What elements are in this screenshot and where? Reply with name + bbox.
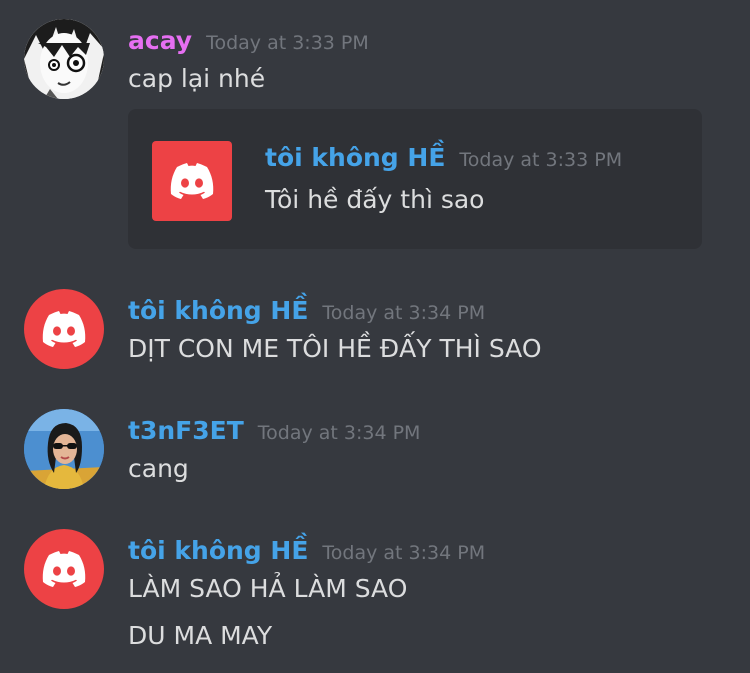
avatar[interactable] — [24, 529, 104, 609]
avatar[interactable] — [24, 409, 104, 489]
avatar[interactable] — [24, 19, 104, 99]
timestamp: Today at 3:34 PM — [257, 422, 421, 444]
message-toi-khong-he-1: tôi không HỀ Today at 3:34 PM DỊT CON ME … — [0, 270, 750, 380]
timestamp: Today at 3:34 PM — [322, 542, 486, 564]
message-header: t3nF3ET Today at 3:34 PM — [128, 416, 420, 445]
message-content: DỊT CON ME TÔI HỀ ĐẤY THÌ SAO — [128, 334, 542, 363]
embed-header: tôi không HỀ Today at 3:33 PM — [265, 143, 622, 172]
message-acay: acay Today at 3:33 PM cap lại nhé tôi khô… — [0, 0, 750, 260]
message-toi-khong-he-2: tôi không HỀ Today at 3:34 PM LÀM SAO HẢ … — [0, 510, 750, 673]
discord-logo-icon — [152, 141, 232, 221]
manga-face-avatar-icon — [24, 19, 104, 99]
discord-logo-icon — [42, 311, 86, 347]
message-header: tôi không HỀ Today at 3:34 PM — [128, 536, 485, 565]
author-name[interactable]: tôi không HỀ — [128, 536, 308, 565]
author-name[interactable]: t3nF3ET — [128, 416, 244, 445]
embed-author-name[interactable]: tôi không HỀ — [265, 143, 445, 172]
avatar[interactable] — [24, 289, 104, 369]
message-content: DU MA MAY — [128, 621, 273, 650]
message-content: LÀM SAO HẢ LÀM SAO — [128, 574, 408, 603]
author-name[interactable]: acay — [128, 26, 192, 55]
message-t3nf3et: t3nF3ET Today at 3:34 PM cang — [0, 390, 750, 500]
embed-content: Tôi hề đấy thì sao — [265, 185, 485, 214]
photo-avatar-icon — [24, 409, 104, 489]
discord-logo-icon — [42, 551, 86, 587]
reply-embed[interactable]: tôi không HỀ Today at 3:33 PM Tôi hề đấy … — [128, 109, 702, 249]
author-name[interactable]: tôi không HỀ — [128, 296, 308, 325]
message-header: tôi không HỀ Today at 3:34 PM — [128, 296, 485, 325]
message-content: cang — [128, 454, 189, 483]
embed-timestamp: Today at 3:33 PM — [459, 149, 623, 171]
timestamp: Today at 3:33 PM — [206, 32, 369, 54]
message-content: cap lại nhé — [128, 64, 266, 93]
message-header: acay Today at 3:33 PM — [128, 26, 369, 55]
timestamp: Today at 3:34 PM — [322, 302, 486, 324]
